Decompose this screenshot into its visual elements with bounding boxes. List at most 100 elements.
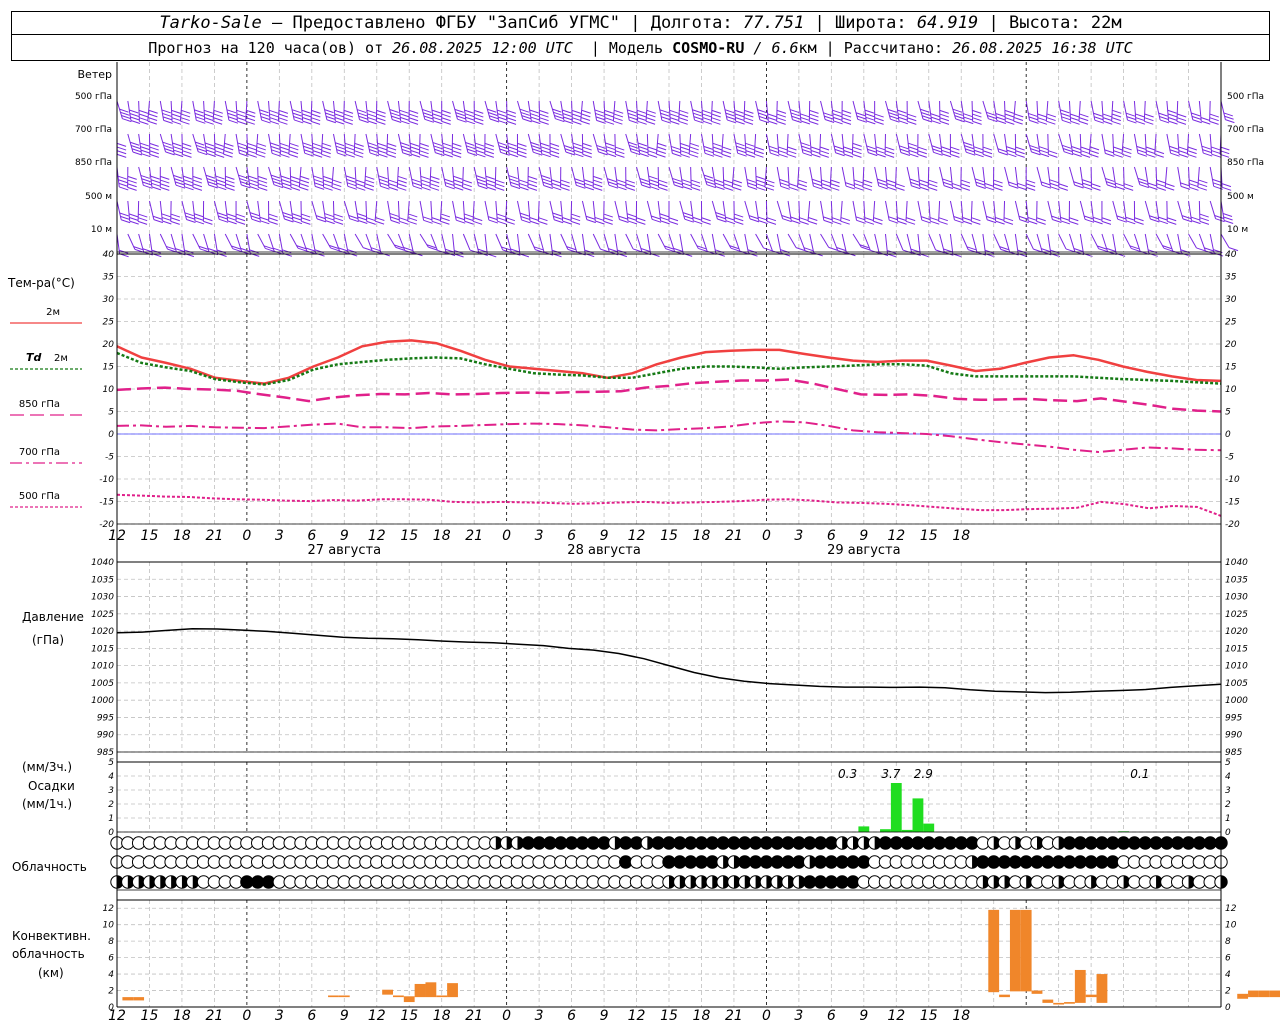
wind-barb-flag bbox=[357, 216, 367, 221]
wind-barb-flag bbox=[237, 120, 247, 125]
wind-barb-flag bbox=[387, 142, 397, 147]
wind-barb-flag bbox=[1050, 186, 1060, 191]
precip-3h-total: 2.9 bbox=[914, 767, 933, 781]
wind-barb bbox=[949, 233, 954, 254]
wind-barb-flag bbox=[743, 117, 754, 122]
wind-barb-flag bbox=[852, 142, 862, 147]
x-tick-label-bottom: 15 bbox=[920, 1008, 938, 1024]
wind-barb-flag bbox=[238, 174, 248, 179]
wind-barb-flag bbox=[823, 219, 834, 224]
wind-barb bbox=[560, 200, 564, 222]
wind-barb-flag bbox=[597, 148, 607, 153]
wind-barb-flag bbox=[1052, 219, 1062, 223]
wind-barb-flag bbox=[217, 212, 227, 217]
wind-barb-flag bbox=[943, 181, 953, 186]
wind-barb-flag bbox=[856, 115, 867, 120]
x-tick-label: 6 bbox=[827, 528, 836, 544]
wind-barb-flag bbox=[809, 117, 819, 122]
wind-barb-flag bbox=[1017, 182, 1027, 187]
wind-barb-flag bbox=[988, 118, 998, 123]
wind-barb-flag bbox=[629, 148, 640, 152]
wind-barb-flag bbox=[669, 117, 680, 122]
x-tick-label-bottom: 18 bbox=[173, 1008, 191, 1024]
wind-barb-flag bbox=[376, 109, 386, 114]
wind-barb-flag bbox=[907, 117, 917, 122]
wind-barb-flag bbox=[129, 220, 139, 225]
wind-barb-flag bbox=[874, 120, 884, 125]
wind-barb-flag bbox=[603, 217, 613, 222]
wind-barb-flag bbox=[127, 183, 137, 188]
wind-barb-flag bbox=[389, 212, 399, 217]
wind-barb-flag bbox=[638, 146, 648, 150]
wind-barb bbox=[332, 100, 336, 122]
wind-barb-flag bbox=[454, 186, 464, 191]
x-tick-label: 21 bbox=[205, 528, 223, 544]
wind-barb-flag bbox=[721, 150, 732, 155]
wind-barb-flag bbox=[119, 212, 129, 217]
x-tick-label-bottom: 15 bbox=[660, 1008, 678, 1024]
wind-barb-flag bbox=[539, 117, 549, 122]
wind-barb-flag bbox=[680, 142, 690, 147]
wind-barb-flag bbox=[852, 150, 862, 155]
y-tick-label-left: 5 bbox=[108, 408, 114, 418]
wind-barb-flag bbox=[1125, 216, 1135, 221]
wind-barb-flag bbox=[160, 183, 170, 188]
wind-barb-flag bbox=[819, 150, 830, 155]
wind-barb-flag bbox=[453, 183, 464, 187]
wind-barb-flag bbox=[1015, 150, 1025, 155]
wind-barb-flag bbox=[366, 217, 376, 222]
wind-barb-flag bbox=[237, 142, 247, 147]
wind-barb-flag bbox=[840, 217, 851, 222]
wind-barb-flag bbox=[1030, 148, 1040, 153]
wind-barb-flag bbox=[433, 120, 443, 125]
wind-barb-flag bbox=[769, 149, 779, 154]
wind-barb-flag bbox=[280, 175, 290, 180]
wind-barb-flag bbox=[1091, 186, 1101, 191]
wind-barb-flag bbox=[874, 113, 884, 118]
wind-barb-flag bbox=[1007, 153, 1017, 158]
wind-barb-flag bbox=[541, 149, 551, 154]
wind-barb-flag bbox=[877, 178, 887, 183]
wind-barb-flag bbox=[454, 108, 464, 113]
wind-barb bbox=[646, 133, 649, 155]
y-tick-label-right: 2 bbox=[1225, 800, 1231, 810]
conv-bar bbox=[133, 997, 145, 1001]
wind-barb-flag bbox=[608, 248, 618, 253]
wind-barb-flag bbox=[670, 145, 681, 150]
wind-barb-flag bbox=[580, 120, 590, 125]
x-tick-label: 12 bbox=[368, 528, 386, 544]
wind-barb-flag bbox=[194, 112, 205, 117]
wind-barb-flag bbox=[508, 153, 519, 158]
wind-barb-flag bbox=[241, 184, 251, 189]
wind-barb-flag bbox=[824, 115, 834, 120]
wind-barb-flag bbox=[830, 179, 840, 184]
wind-barb-flag bbox=[214, 150, 225, 155]
wind-barb-flag bbox=[716, 215, 726, 220]
wind-barb-flag bbox=[1093, 116, 1104, 121]
wind-barb-flag bbox=[573, 149, 584, 154]
wind-barb-flag bbox=[766, 217, 777, 222]
wind-barb-flag bbox=[689, 150, 699, 155]
wind-barb-flag bbox=[929, 217, 940, 222]
y-tick-label-right: 30 bbox=[1225, 295, 1237, 305]
wind-barb-flag bbox=[1112, 109, 1122, 114]
wind-barb-flag bbox=[899, 145, 909, 150]
wind-barb bbox=[376, 133, 379, 155]
wind-barb-flag bbox=[432, 116, 443, 121]
wind-barb-flag bbox=[1168, 117, 1178, 121]
wind-barb-flag bbox=[1177, 113, 1187, 118]
wind-barb-flag bbox=[873, 220, 883, 225]
y-tick-label-left: 1 bbox=[108, 814, 114, 824]
y-tick-label-right: 15 bbox=[1225, 363, 1237, 373]
wind-barb-flag bbox=[261, 119, 271, 124]
wind-barb-flag bbox=[497, 116, 508, 121]
wind-barb bbox=[1198, 200, 1201, 222]
wind-barb-flag bbox=[143, 184, 153, 189]
wind-barb-flag bbox=[496, 217, 507, 222]
wind-barb-flag bbox=[768, 120, 778, 125]
wind-barb-flag bbox=[725, 220, 736, 225]
wind-barb-flag bbox=[345, 175, 356, 180]
wind-barb-flag bbox=[345, 146, 355, 151]
wind-barb-flag bbox=[549, 146, 560, 151]
wind-barb-flag bbox=[886, 179, 896, 184]
